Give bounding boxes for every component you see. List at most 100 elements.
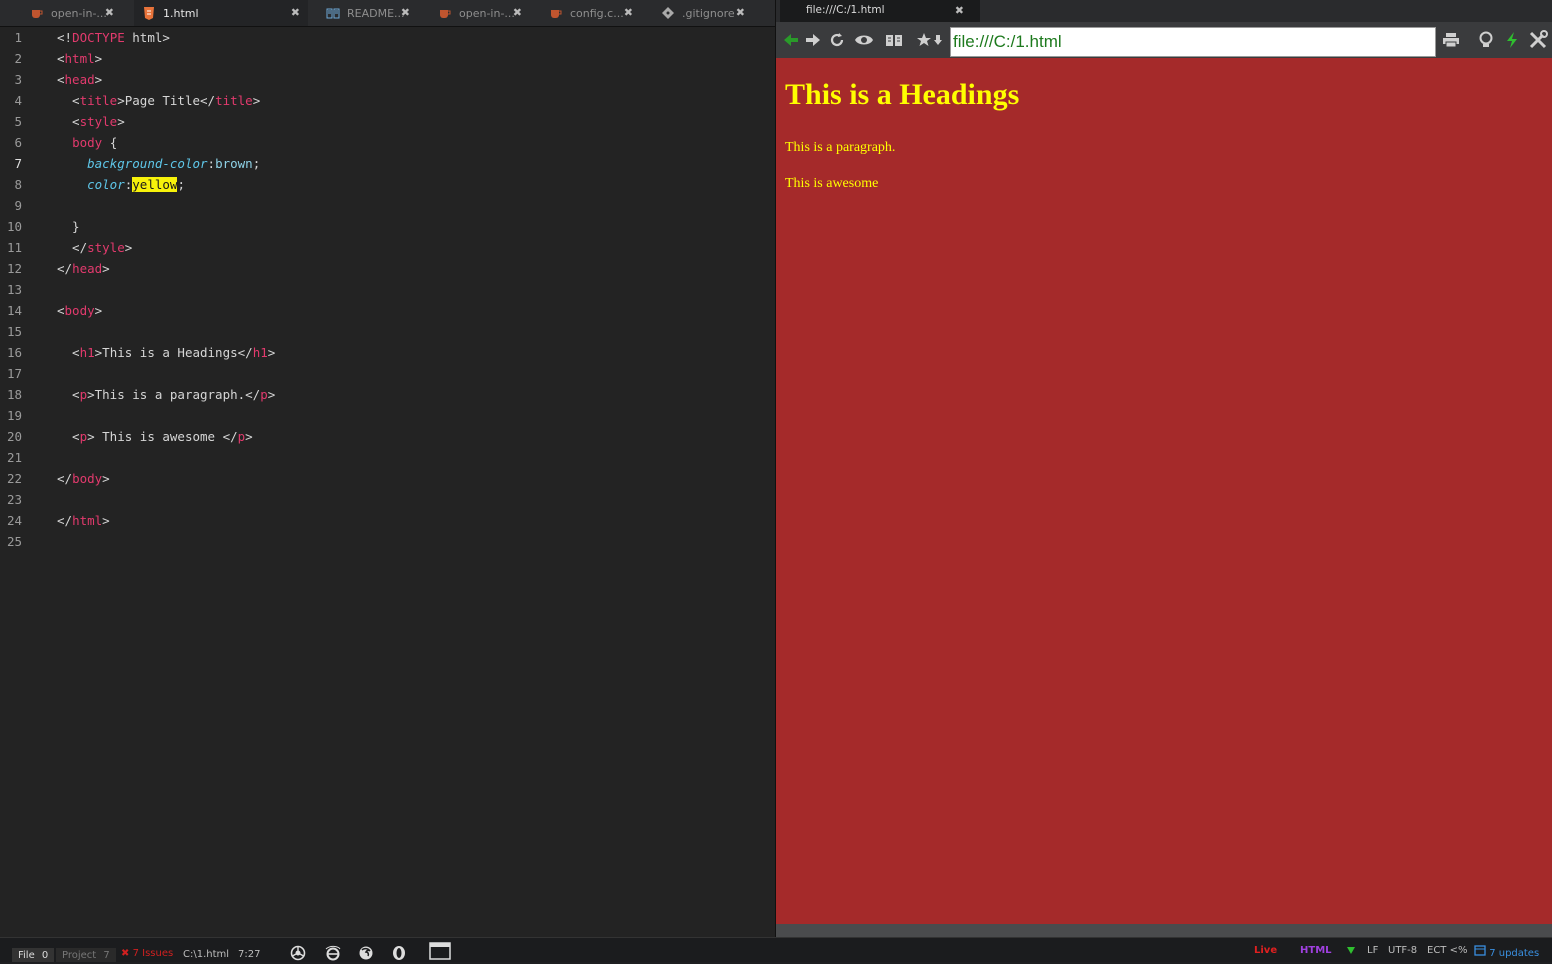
code-token: p	[80, 387, 88, 402]
coffee-icon	[549, 6, 563, 20]
file-tab[interactable]: File 0	[12, 948, 54, 962]
code-line[interactable]: 11 </style>	[0, 237, 776, 258]
eye-icon[interactable]	[854, 30, 874, 50]
tools-icon[interactable]	[1528, 30, 1548, 50]
line-number: 2	[0, 48, 22, 69]
code-token: h1	[80, 345, 95, 360]
line-number: 20	[0, 426, 22, 447]
code-line[interactable]: 25	[0, 531, 776, 552]
lightning-icon[interactable]	[1502, 30, 1522, 50]
code-line[interactable]: 1<!DOCTYPE html>	[0, 27, 776, 48]
download-arrow-icon[interactable]	[932, 30, 944, 50]
star-icon[interactable]	[914, 30, 934, 50]
code-line[interactable]: 6 body {	[0, 132, 776, 153]
line-number: 7	[0, 153, 22, 174]
line-number: 8	[0, 174, 22, 195]
code-line[interactable]: 10 }	[0, 216, 776, 237]
code-text: }	[57, 216, 80, 237]
horizontal-scrollbar[interactable]	[776, 924, 1552, 937]
close-icon[interactable]: ✖	[736, 6, 745, 19]
code-token: >	[125, 240, 133, 255]
forward-arrow-icon[interactable]	[803, 30, 823, 50]
code-token: <	[57, 303, 65, 318]
code-line[interactable]: 7 background-color:brown;	[0, 153, 776, 174]
issues-indicator[interactable]: ✖ 7 Issues	[121, 948, 173, 959]
code-token: <	[57, 114, 80, 129]
code-token: html	[65, 51, 95, 66]
code-line[interactable]: 18 <p>This is a paragraph.</p>	[0, 384, 776, 405]
updates-indicator[interactable]: 7 updates	[1474, 944, 1539, 959]
code-token: title	[215, 93, 253, 108]
code-line[interactable]: 4 <title>Page Title</title>	[0, 90, 776, 111]
reader-icon[interactable]	[884, 30, 904, 50]
code-token: ;	[177, 177, 185, 192]
refresh-icon[interactable]	[827, 30, 847, 50]
browser-tab[interactable]: file:///C:/1.html ✖	[780, 0, 980, 22]
code-line[interactable]: 3<head>	[0, 69, 776, 90]
code-line[interactable]: 13	[0, 279, 776, 300]
code-line[interactable]: 16 <h1>This is a Headings</h1>	[0, 342, 776, 363]
code-line[interactable]: 23	[0, 489, 776, 510]
close-icon[interactable]: ✖	[105, 6, 114, 19]
opera-icon[interactable]	[391, 945, 407, 964]
line-ending[interactable]: LF	[1367, 945, 1378, 956]
encoding[interactable]: UTF-8	[1388, 945, 1417, 956]
line-number: 23	[0, 489, 22, 510]
code-text: body {	[57, 132, 117, 153]
live-indicator[interactable]: Live	[1254, 945, 1277, 956]
code-line[interactable]: 17	[0, 363, 776, 384]
line-number: 17	[0, 363, 22, 384]
code-token: <	[57, 72, 65, 87]
code-text: </html>	[57, 510, 110, 531]
code-text: </body>	[57, 468, 110, 489]
back-arrow-icon[interactable]	[781, 30, 801, 50]
project-tab[interactable]: Project 7	[56, 948, 116, 962]
code-line[interactable]: 24</html>	[0, 510, 776, 531]
code-line[interactable]: 22</body>	[0, 468, 776, 489]
file-path: C:\1.html	[183, 949, 229, 960]
close-icon[interactable]: ✖	[401, 6, 410, 19]
code-line[interactable]: 20 <p> This is awesome </p>	[0, 426, 776, 447]
code-line[interactable]: 8 color:yellow;	[0, 174, 776, 195]
editor-tab-active[interactable]: 1.html ✖	[134, 0, 308, 26]
code-line[interactable]: 12</head>	[0, 258, 776, 279]
ect-indicator[interactable]: ECT <%	[1427, 945, 1467, 956]
code-line[interactable]: 9	[0, 195, 776, 216]
chrome-icon[interactable]	[290, 945, 306, 964]
code-token: style	[87, 240, 125, 255]
code-token: >	[253, 93, 261, 108]
code-line[interactable]: 14<body>	[0, 300, 776, 321]
code-token: >	[102, 513, 110, 528]
editor-tab[interactable]: .gitignore ✖	[653, 0, 753, 26]
editor-tab[interactable]: open-in-... ✖	[22, 0, 122, 26]
editor-tab-label: .gitignore	[682, 7, 735, 20]
close-icon[interactable]: ✖	[513, 6, 522, 19]
url-bar[interactable]: file:///C:/1.html	[950, 27, 1436, 57]
mode-dropdown-icon[interactable]	[1346, 945, 1356, 958]
editor-tab[interactable]: open-in-... ✖	[430, 0, 530, 26]
code-line[interactable]: 5 <style>	[0, 111, 776, 132]
code-line[interactable]: 21	[0, 447, 776, 468]
code-token: >	[268, 387, 276, 402]
code-token: </	[57, 471, 72, 486]
firefox-icon[interactable]	[358, 945, 374, 964]
cursor-position[interactable]: 7:27	[238, 949, 260, 960]
code-line[interactable]: 15	[0, 321, 776, 342]
lightbulb-icon[interactable]	[1476, 30, 1496, 50]
close-icon[interactable]: ✖	[291, 6, 300, 19]
ie-icon[interactable]	[325, 945, 341, 964]
editor-tab[interactable]: config.c... ✖	[541, 0, 641, 26]
close-icon[interactable]: ✖	[624, 6, 633, 19]
code-token: >	[102, 471, 110, 486]
code-editor[interactable]: 1<!DOCTYPE html>2<html>3<head>4 <title>P…	[0, 27, 776, 937]
window-icon[interactable]	[429, 942, 451, 963]
code-token: >	[95, 72, 103, 87]
code-line[interactable]: 2<html>	[0, 48, 776, 69]
language-mode[interactable]: HTML	[1300, 945, 1332, 956]
editor-tab[interactable]: README... ✖	[318, 0, 418, 26]
close-icon[interactable]: ✖	[955, 4, 964, 17]
code-token: head	[72, 261, 102, 276]
print-icon[interactable]	[1441, 30, 1461, 50]
code-token: >	[245, 429, 253, 444]
code-line[interactable]: 19	[0, 405, 776, 426]
